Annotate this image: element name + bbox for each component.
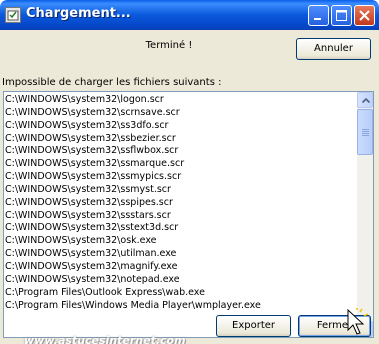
list-item[interactable]: C:\WINDOWS\system32\ssmypics.scr: [5, 171, 355, 184]
list-item[interactable]: C:\WINDOWS\system32\ssstars.scr: [5, 210, 355, 223]
title-bar[interactable]: Chargement...: [0, 0, 379, 30]
vertical-scrollbar[interactable]: [357, 92, 373, 337]
window-app-icon: [5, 7, 21, 23]
list-item[interactable]: C:\WINDOWS\system32\ssflwbox.scr: [5, 145, 355, 158]
pointer-cursor-icon: [347, 308, 369, 335]
file-rows: C:\WINDOWS\system32\logon.scr C:\WINDOWS\…: [5, 94, 355, 312]
list-item[interactable]: C:\WINDOWS\system32\sspipes.scr: [5, 197, 355, 210]
list-item[interactable]: C:\WINDOWS\system32\ssmyst.scr: [5, 184, 355, 197]
list-item[interactable]: C:\WINDOWS\system32\notepad.exe: [5, 274, 355, 287]
failed-files-list[interactable]: C:\WINDOWS\system32\logon.scr C:\WINDOWS\…: [3, 91, 374, 338]
list-item[interactable]: C:\Program Files\Windows Media Player\wm…: [5, 300, 355, 313]
list-item[interactable]: C:\Program Files\Outlook Express\wab.exe: [5, 287, 355, 300]
list-item[interactable]: C:\WINDOWS\system32\scrnsave.scr: [5, 107, 355, 120]
minimize-button[interactable]: [308, 5, 329, 26]
scroll-up-button[interactable]: [357, 92, 373, 108]
watermark: www.astucesinternet.com: [24, 334, 186, 344]
list-item[interactable]: C:\WINDOWS\system32\sstext3d.scr: [5, 222, 355, 235]
scroll-thumb[interactable]: [357, 109, 373, 155]
export-button[interactable]: Exporter: [216, 315, 291, 337]
cancel-button[interactable]: Annuler: [296, 38, 371, 60]
close-button[interactable]: [354, 5, 375, 26]
list-item[interactable]: C:\WINDOWS\system32\utilman.exe: [5, 248, 355, 261]
status-text: Terminé !: [145, 40, 193, 51]
close-icon: [359, 10, 370, 21]
list-item[interactable]: C:\WINDOWS\system32\magnify.exe: [5, 261, 355, 274]
scroll-up-icon: [361, 97, 371, 104]
list-item[interactable]: C:\WINDOWS\system32\ssmarque.scr: [5, 158, 355, 171]
minimize-icon: [314, 18, 321, 20]
list-item[interactable]: C:\WINDOWS\system32\ssbezier.scr: [5, 133, 355, 146]
list-item[interactable]: C:\WINDOWS\system32\ss3dfo.scr: [5, 120, 355, 133]
window-title: Chargement...: [26, 6, 131, 21]
dialog-body: Terminé ! Annuler Impossible de charger …: [2, 30, 375, 344]
maximize-icon: [336, 10, 347, 21]
list-label: Impossible de charger les fichiers suiva…: [2, 77, 222, 88]
list-item[interactable]: C:\WINDOWS\system32\osk.exe: [5, 235, 355, 248]
loading-dialog: Chargement... Terminé ! Annuler Impossib…: [0, 0, 379, 344]
list-item[interactable]: C:\WINDOWS\system32\logon.scr: [5, 94, 355, 107]
maximize-button[interactable]: [331, 5, 352, 26]
